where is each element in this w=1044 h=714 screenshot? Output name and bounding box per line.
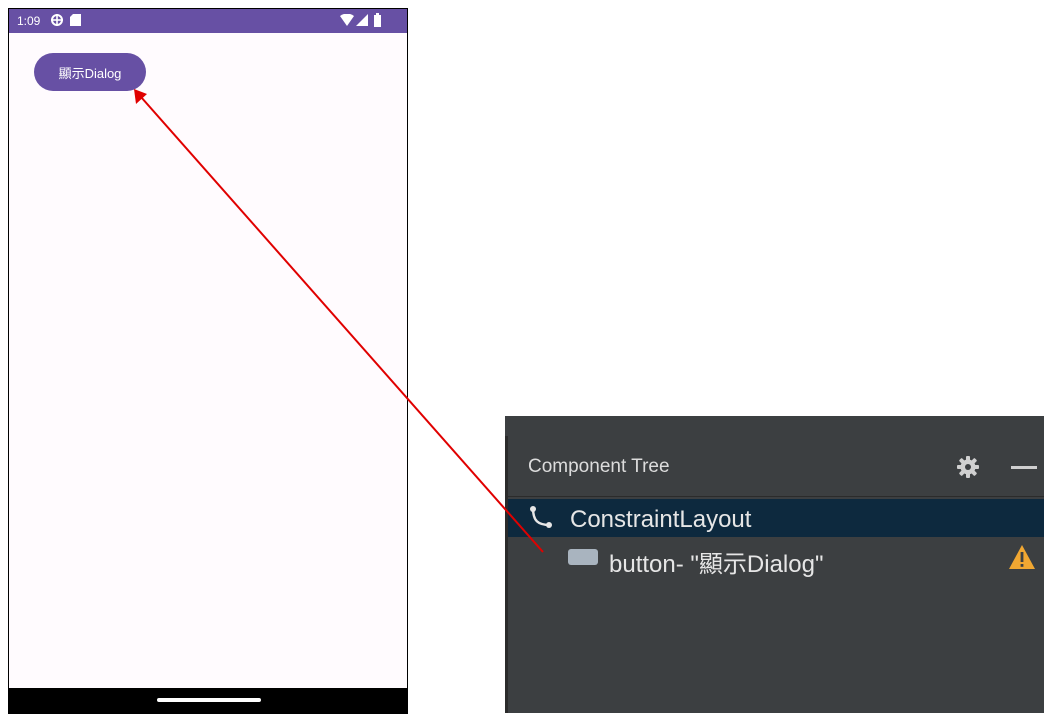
panel-top-strip [505, 416, 1044, 437]
status-bar: 1:09 [9, 9, 407, 33]
show-dialog-button[interactable]: 顯示Dialog [34, 53, 146, 91]
tree-item-label: button- "顯示Dialog" [609, 551, 824, 578]
app-content: 顯示Dialog [9, 33, 407, 688]
gesture-handle[interactable] [157, 698, 261, 702]
gear-icon [51, 14, 63, 26]
phone-emulator: 1:09 顯示Dialog [8, 8, 408, 714]
constraint-layout-icon [530, 506, 552, 528]
button-icon [568, 549, 598, 565]
signal-icon [356, 14, 368, 26]
tree-item-label: ConstraintLayout [570, 506, 752, 533]
sd-card-icon [70, 14, 81, 26]
gear-icon[interactable] [956, 455, 980, 479]
navigation-bar [9, 688, 407, 713]
panel-title: Component Tree [528, 456, 670, 477]
status-time: 1:09 [17, 14, 41, 28]
component-tree-panel: Component Tree ConstraintLayout button- … [505, 416, 1044, 713]
wifi-icon [340, 14, 354, 26]
warning-icon[interactable] [1008, 544, 1036, 570]
tree-item-button[interactable]: button- "顯示Dialog" [508, 537, 1044, 578]
battery-icon [374, 13, 381, 27]
tree-item-constraintlayout[interactable]: ConstraintLayout [508, 499, 1044, 537]
panel-header: Component Tree [508, 436, 1044, 497]
minimize-icon[interactable] [1011, 466, 1037, 469]
